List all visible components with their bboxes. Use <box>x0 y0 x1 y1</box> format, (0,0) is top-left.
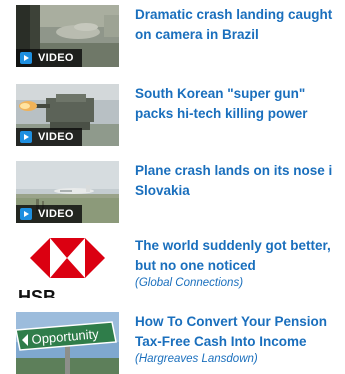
sponsor-source[interactable]: (Hargreaves Lansdown) <box>135 352 345 366</box>
news-item-text: How To Convert Your Pension Tax-Free Cas… <box>135 312 345 366</box>
news-item-plane-nose-slovakia[interactable]: VIDEO Plane crash lands on its nose i Sl… <box>16 161 345 223</box>
news-item-text: Dramatic crash landing caught on camera … <box>135 5 345 45</box>
video-badge: VIDEO <box>16 49 82 67</box>
headline-line-1: Dramatic crash landing caught <box>135 7 333 22</box>
svg-text:HSB: HSB <box>18 287 56 298</box>
news-item-text: The world suddenly got better, but no on… <box>135 236 345 290</box>
news-item-global-connections[interactable]: HSB The world suddenly got better, but n… <box>16 236 345 298</box>
headline-link[interactable]: Dramatic crash landing caught on camera … <box>135 5 345 45</box>
hsbc-logo-thumbnail[interactable]: HSB <box>16 236 119 298</box>
headline-line-1: The world suddenly got better, <box>135 238 331 253</box>
headline-line-2: packs hi-tech killing power <box>135 106 308 121</box>
news-item-text: South Korean "super gun" packs hi-tech k… <box>135 84 345 124</box>
video-badge: VIDEO <box>16 205 82 223</box>
video-badge: VIDEO <box>16 128 82 146</box>
hsbc-logo-icon: HSB <box>16 236 119 298</box>
news-item-text: Plane crash lands on its nose i Slovakia <box>135 161 345 201</box>
headline-link[interactable]: Plane crash lands on its nose i Slovakia <box>135 161 345 201</box>
headline-line-2: on camera in Brazil <box>135 27 259 42</box>
play-icon <box>20 208 32 220</box>
opportunity-sign-thumbnail[interactable]: Opportunity <box>16 312 119 374</box>
video-label: VIDEO <box>38 131 74 143</box>
play-icon <box>20 131 32 143</box>
news-feed: VIDEO Dramatic crash landing caught on c… <box>0 0 345 374</box>
super-gun-video-thumbnail[interactable]: VIDEO <box>16 84 119 146</box>
plane-nose-landing-video-thumbnail[interactable]: VIDEO <box>16 161 119 223</box>
sponsor-source[interactable]: (Global Connections) <box>135 276 345 290</box>
headline-line-2: but no one noticed <box>135 258 256 273</box>
headline-link[interactable]: How To Convert Your Pension Tax-Free Cas… <box>135 312 345 352</box>
headline-line-1: South Korean "super gun" <box>135 86 306 101</box>
headline-line-1: Plane crash lands on its nose i <box>135 163 333 178</box>
opportunity-sign-image: Opportunity <box>16 312 119 374</box>
play-icon <box>20 52 32 64</box>
headline-line-2: Slovakia <box>135 183 190 198</box>
headline-link[interactable]: The world suddenly got better, but no on… <box>135 236 345 276</box>
headline-link[interactable]: South Korean "super gun" packs hi-tech k… <box>135 84 345 124</box>
news-item-crash-landing-brazil[interactable]: VIDEO Dramatic crash landing caught on c… <box>16 5 345 67</box>
news-item-super-gun[interactable]: VIDEO South Korean "super gun" packs hi-… <box>16 84 345 146</box>
headline-line-1: How To Convert Your Pension <box>135 314 328 329</box>
headline-line-2: Tax-Free Cash Into Income <box>135 334 307 349</box>
news-item-pension-cash[interactable]: Opportunity How To Convert Your Pension … <box>16 312 345 374</box>
video-label: VIDEO <box>38 208 74 220</box>
crash-landing-video-thumbnail[interactable]: VIDEO <box>16 5 119 67</box>
video-label: VIDEO <box>38 52 74 64</box>
